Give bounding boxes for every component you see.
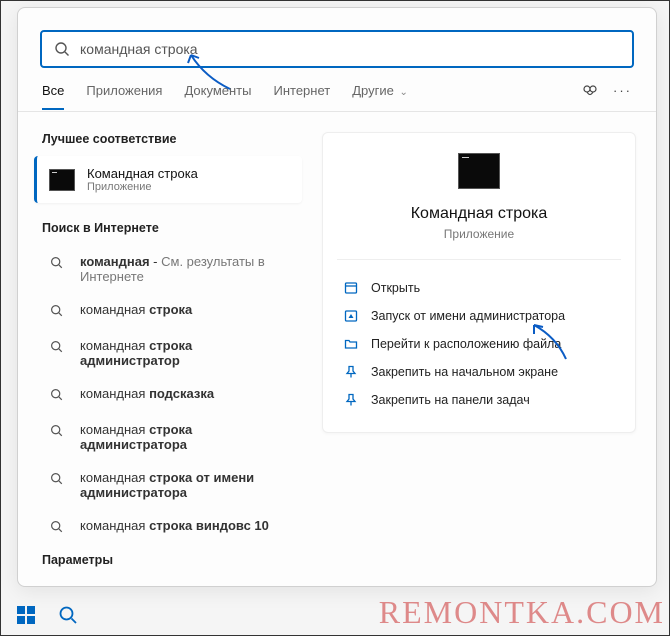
settings-header: Параметры [30,545,306,577]
rewards-icon[interactable] [581,82,599,100]
taskbar-search-button[interactable] [51,598,85,632]
action-pin[interactable]: Закрепить на панели задач [341,386,617,414]
action-label: Запуск от имени администратора [371,309,565,323]
web-search-header: Поиск в Интернете [30,213,306,245]
action-label: Закрепить на панели задач [371,393,530,407]
suggestion-text: командная - См. результаты вИнтернете [80,254,265,284]
best-match-type: Приложение [87,181,198,193]
preview-title: Командная строка [341,205,617,223]
preview-app-icon [458,153,500,189]
web-suggestion[interactable]: командная подсказка [30,377,306,413]
action-admin[interactable]: Запуск от имени администратора [341,302,617,330]
action-label: Закрепить на начальном экране [371,365,558,379]
action-open[interactable]: Открыть [341,274,617,302]
suggestion-text: командная строка администратора [80,422,294,452]
start-button[interactable] [9,598,43,632]
web-suggestion[interactable]: командная строка администратор [30,329,306,377]
search-icon [50,424,66,440]
open-icon [343,281,359,295]
action-label: Открыть [371,281,420,295]
search-icon [50,520,66,536]
search-input[interactable] [80,41,620,57]
suggestion-text: командная строка [80,302,192,317]
web-suggestion[interactable]: командная - См. результаты вИнтернете [30,245,306,293]
search-box[interactable] [40,30,634,68]
web-suggestion[interactable]: командная строка [30,293,306,329]
preview-type: Приложение [341,227,617,241]
suggestion-text: командная строка виндовс 10 [80,518,269,533]
more-options-icon[interactable]: ··· [613,83,632,98]
tab-web[interactable]: Интернет [273,83,330,108]
pin-icon [343,393,359,407]
action-pin[interactable]: Закрепить на начальном экране [341,358,617,386]
cmd-icon [49,169,75,191]
search-icon [50,340,66,356]
tab-documents[interactable]: Документы [184,83,251,108]
filter-tabs: Все Приложения Документы Интернет Другие… [18,68,656,112]
tab-more[interactable]: Другие ⌄ [352,83,408,108]
search-icon [50,304,66,320]
search-icon [54,41,70,57]
tab-all[interactable]: Все [42,83,64,110]
folder-icon [343,337,359,351]
taskbar [1,595,85,635]
settings-item[interactable]: Управление псевдонимами [30,577,306,586]
pin-icon [343,365,359,379]
tab-apps[interactable]: Приложения [86,83,162,108]
admin-icon [343,309,359,323]
best-match-item[interactable]: Командная строка Приложение [34,156,302,203]
search-panel: Все Приложения Документы Интернет Другие… [17,7,657,587]
web-suggestion[interactable]: командная строка администратора [30,413,306,461]
divider [337,259,621,260]
search-icon [50,472,66,488]
web-suggestion[interactable]: командная строка от имени администратора [30,461,306,509]
best-match-header: Лучшее соответствие [30,124,306,156]
search-icon [50,388,66,404]
best-match-title: Командная строка [87,166,198,181]
suggestion-text: командная строка администратор [80,338,294,368]
search-icon [50,256,66,272]
results-list: Лучшее соответствие Командная строка При… [30,124,310,586]
watermark: REMONTKA.COM [379,594,665,631]
suggestion-text: командная строка от имени администратора [80,470,294,500]
suggestion-text: командная подсказка [80,386,214,401]
action-folder[interactable]: Перейти к расположению файла [341,330,617,358]
chevron-down-icon: ⌄ [399,87,407,98]
action-label: Перейти к расположению файла [371,337,561,351]
preview-pane: Командная строка Приложение Открыть Запус… [322,132,636,433]
web-suggestion[interactable]: командная строка виндовс 10 [30,509,306,545]
